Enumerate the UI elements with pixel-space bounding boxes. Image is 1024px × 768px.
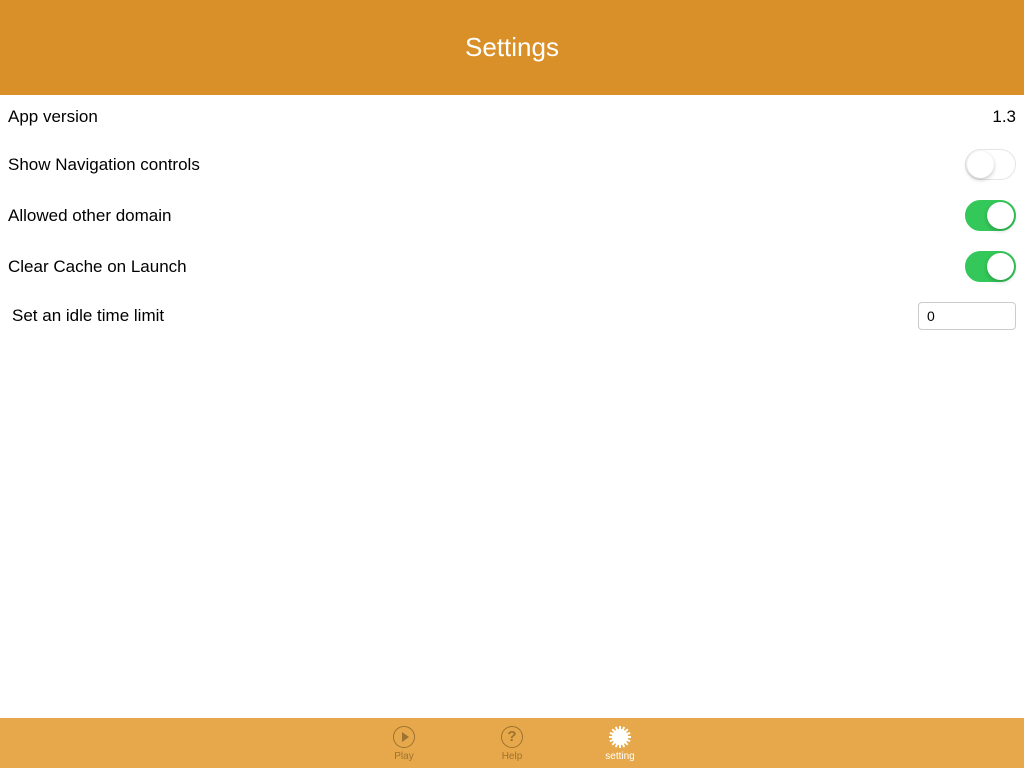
idle-time-label: Set an idle time limit [8,306,164,326]
page-title: Settings [465,32,559,63]
allowed-domain-toggle[interactable] [965,200,1016,231]
show-navigation-label: Show Navigation controls [8,155,200,175]
tab-setting[interactable]: setting [566,718,674,768]
toggle-knob-icon [987,253,1014,280]
tab-play[interactable]: Play [350,718,458,768]
row-show-navigation: Show Navigation controls [0,139,1024,190]
tab-help[interactable]: ? Help [458,718,566,768]
play-icon [392,725,416,749]
row-idle-time: Set an idle time limit [0,292,1024,340]
clear-cache-label: Clear Cache on Launch [8,257,187,277]
row-allowed-domain: Allowed other domain [0,190,1024,241]
idle-time-input[interactable] [918,302,1016,330]
allowed-domain-label: Allowed other domain [8,206,171,226]
toggle-knob-icon [967,151,994,178]
settings-content: App version 1.3 Show Navigation controls… [0,95,1024,718]
tab-bar: Play ? Help [0,718,1024,768]
gear-icon [608,725,632,749]
tab-play-label: Play [394,751,413,762]
show-navigation-toggle[interactable] [965,149,1016,180]
row-clear-cache: Clear Cache on Launch [0,241,1024,292]
app-version-label: App version [8,107,98,127]
header-bar: Settings [0,0,1024,95]
tab-help-label: Help [502,751,523,762]
app-version-value: 1.3 [992,107,1016,127]
row-app-version: App version 1.3 [0,95,1024,139]
tab-setting-label: setting [605,751,634,762]
clear-cache-toggle[interactable] [965,251,1016,282]
help-icon: ? [500,725,524,749]
toggle-knob-icon [987,202,1014,229]
